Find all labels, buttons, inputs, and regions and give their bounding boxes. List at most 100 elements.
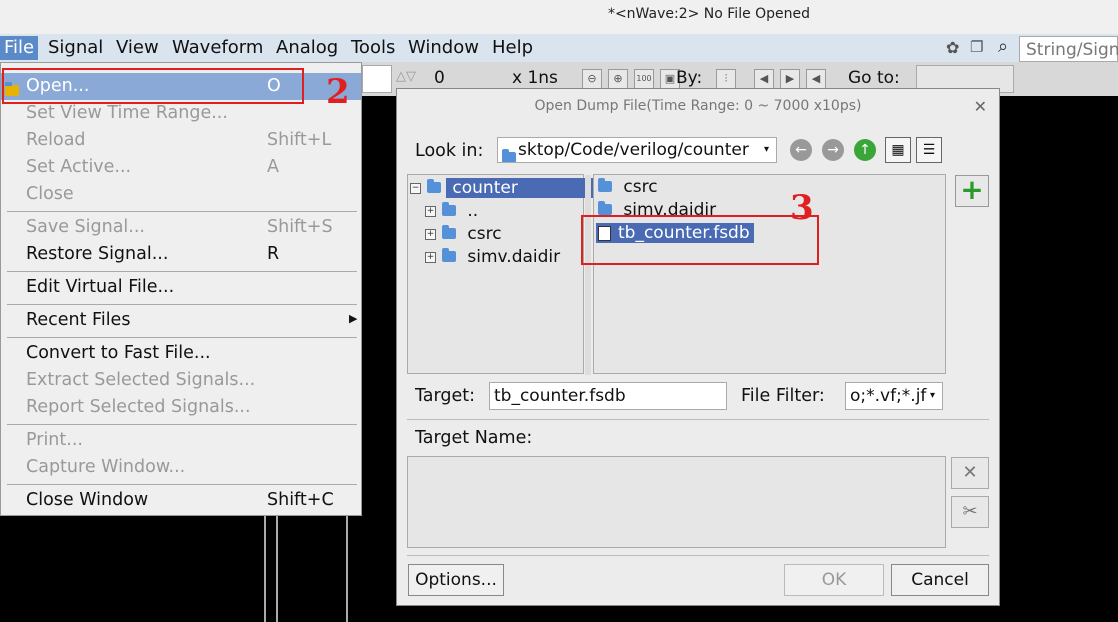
- menu-separator: [7, 271, 357, 272]
- expand-icon[interactable]: +: [425, 228, 436, 240]
- by-select-icon[interactable]: ⫶: [716, 69, 736, 89]
- delete-all-icon[interactable]: ✂: [951, 496, 989, 528]
- menu-item-accel: Shift+S: [267, 217, 333, 237]
- menu-separator: [7, 424, 357, 425]
- tree-item-csrc[interactable]: + csrc: [425, 223, 502, 245]
- folder-icon: [427, 178, 441, 198]
- file-item-csrc[interactable]: csrc: [598, 176, 658, 198]
- menu-item-accel: A: [267, 157, 279, 177]
- close-icon[interactable]: ✕: [974, 97, 987, 116]
- folder-icon: [598, 177, 612, 197]
- target-input[interactable]: tb_counter.fsdb: [489, 382, 727, 410]
- menu-waveform[interactable]: Waveform: [168, 36, 267, 60]
- menu-item-set-active[interactable]: Set Active... A: [1, 154, 361, 181]
- annotation-step-3: 3: [790, 188, 814, 228]
- menubar: File Signal View Waveform Analog Tools W…: [0, 34, 1118, 62]
- waveform-gridline: [276, 515, 278, 622]
- marker-icon[interactable]: ◀: [806, 69, 826, 89]
- menu-item-report-selected-signals[interactable]: Report Selected Signals...: [1, 394, 361, 421]
- menu-file[interactable]: File: [0, 36, 39, 60]
- time-stepper-icon[interactable]: △▽: [396, 69, 416, 84]
- tree-item-label: simv.daidir: [467, 247, 561, 267]
- waveform-gridline: [264, 515, 266, 622]
- zoom-in-icon[interactable]: ⊕: [608, 69, 628, 89]
- folder-icon: [442, 224, 456, 244]
- next-icon[interactable]: ▶: [780, 69, 800, 89]
- parent-folder-icon[interactable]: ↑: [854, 139, 876, 161]
- menu-window[interactable]: Window: [404, 36, 483, 60]
- zoom-100-icon[interactable]: 100: [634, 69, 654, 89]
- splitter-handle[interactable]: [585, 175, 591, 375]
- menu-item-extract-selected-signals[interactable]: Extract Selected Signals...: [1, 367, 361, 394]
- menu-tools[interactable]: Tools: [347, 36, 399, 60]
- look-in-value: sktop/Code/verilog/counter: [518, 140, 749, 160]
- tree-item-label: ..: [467, 201, 479, 221]
- zoom-out-icon[interactable]: ⊖: [582, 69, 602, 89]
- menu-item-print[interactable]: Print...: [1, 427, 361, 454]
- gear-icon[interactable]: ✿: [946, 38, 959, 57]
- forward-icon[interactable]: →: [822, 139, 844, 161]
- target-name-label: Target Name:: [415, 428, 533, 448]
- window-titlebar: *<nWave:2> No File Opened: [0, 0, 1118, 35]
- window-title: *<nWave:2> No File Opened: [607, 6, 811, 22]
- folder-icon: [442, 247, 456, 267]
- tree-item-counter[interactable]: − counter: [410, 177, 604, 199]
- options-button[interactable]: Options...: [408, 564, 504, 596]
- folder-tree: − counter + .. + csrc + simv.daidir: [407, 174, 604, 374]
- icon-view-icon[interactable]: ▦: [885, 137, 911, 163]
- folder-icon: [442, 201, 456, 221]
- delete-icon[interactable]: ✕: [951, 457, 989, 489]
- menu-item-edit-virtual-file[interactable]: Edit Virtual File...: [1, 274, 361, 301]
- submenu-arrow-icon: ▶: [349, 312, 358, 325]
- open-dump-file-dialog: Open Dump File(Time Range: 0 ~ 7000 x10p…: [396, 88, 1000, 606]
- target-label: Target:: [415, 386, 476, 406]
- file-list: csrc simv.daidir tb_counter.fsdb: [585, 174, 946, 375]
- menu-item-label: Reload: [26, 130, 86, 150]
- file-filter-label: File Filter:: [741, 386, 825, 406]
- dialog-title: Open Dump File(Time Range: 0 ~ 7000 x10p…: [534, 98, 862, 114]
- menu-item-label: Set Active...: [26, 157, 132, 177]
- menu-item-label: Set View Time Range...: [26, 103, 228, 123]
- ok-button[interactable]: OK: [784, 564, 884, 596]
- search-input[interactable]: String/Signal: [1019, 36, 1118, 62]
- tree-item-label: csrc: [467, 224, 502, 244]
- expand-icon[interactable]: +: [425, 251, 436, 263]
- menu-item-accel: R: [267, 244, 280, 264]
- time-input[interactable]: [362, 65, 392, 93]
- menu-item-save-signal[interactable]: Save Signal... Shift+S: [1, 214, 361, 241]
- cancel-button[interactable]: Cancel: [891, 564, 989, 596]
- back-icon[interactable]: ←: [790, 139, 812, 161]
- target-name-list[interactable]: [407, 456, 946, 548]
- tree-item-simv-daidir[interactable]: + simv.daidir: [425, 246, 560, 268]
- menu-analog[interactable]: Analog: [272, 36, 342, 60]
- chevron-down-icon: ▾: [764, 144, 770, 155]
- file-item-label: csrc: [623, 177, 658, 197]
- menu-item-recent-files[interactable]: Recent Files ▶: [1, 307, 361, 334]
- list-view-icon[interactable]: ☰: [916, 137, 942, 163]
- menu-separator: [7, 211, 357, 212]
- window-restore-icon[interactable]: ❐: [970, 38, 983, 56]
- menu-item-label: Print...: [26, 430, 83, 450]
- expand-icon[interactable]: +: [425, 205, 436, 217]
- time-value: 0: [434, 68, 445, 88]
- menu-item-label: Report Selected Signals...: [26, 397, 251, 417]
- menu-item-close-window[interactable]: Close Window Shift+C: [1, 487, 361, 514]
- menu-item-set-view-time-range[interactable]: Set View Time Range...: [1, 100, 361, 127]
- menu-help[interactable]: Help: [488, 36, 537, 60]
- menu-signal[interactable]: Signal: [44, 36, 107, 60]
- file-filter-select[interactable]: o;*.vf;*.jf ▾: [845, 382, 943, 410]
- menu-item-reload[interactable]: Reload Shift+L: [1, 127, 361, 154]
- menu-view[interactable]: View: [112, 36, 163, 60]
- tree-item-parent[interactable]: + ..: [425, 200, 478, 222]
- prev-icon[interactable]: ◀: [754, 69, 774, 89]
- menu-item-restore-signal[interactable]: Restore Signal... R: [1, 241, 361, 268]
- look-in-select[interactable]: sktop/Code/verilog/counter ▾: [497, 137, 777, 163]
- add-icon[interactable]: +: [955, 175, 989, 207]
- file-menu: Open... O Set View Time Range... Reload S…: [0, 62, 362, 516]
- collapse-icon[interactable]: −: [410, 182, 421, 194]
- menu-item-capture-window[interactable]: Capture Window...: [1, 454, 361, 481]
- annotation-box-open: [2, 68, 304, 104]
- search-icon[interactable]: ⌕: [998, 36, 1008, 57]
- menu-item-close[interactable]: Close: [1, 181, 361, 208]
- menu-item-convert-to-fast-file[interactable]: Convert to Fast File...: [1, 340, 361, 367]
